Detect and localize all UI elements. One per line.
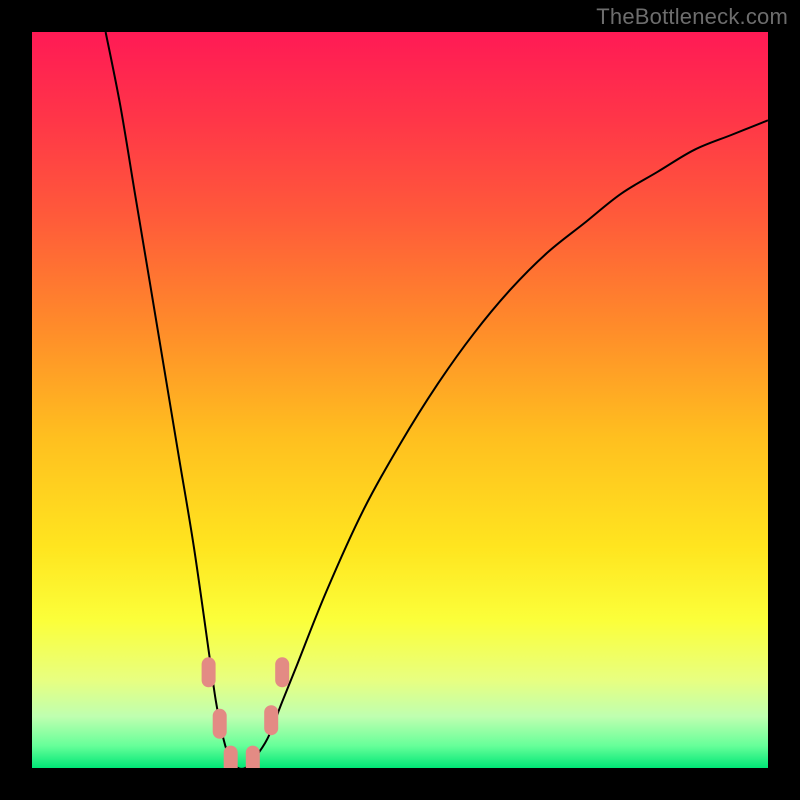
- curve-marker: [213, 709, 227, 739]
- chart-frame: TheBottleneck.com: [0, 0, 800, 800]
- curve-layer: [32, 32, 768, 768]
- curve-marker: [246, 746, 260, 768]
- plot-area: [32, 32, 768, 768]
- marker-group: [202, 657, 290, 768]
- curve-marker: [202, 657, 216, 687]
- curve-marker: [275, 657, 289, 687]
- curve-marker: [264, 705, 278, 735]
- bottleneck-curve: [106, 32, 768, 768]
- watermark-text: TheBottleneck.com: [596, 4, 788, 30]
- curve-marker: [224, 746, 238, 768]
